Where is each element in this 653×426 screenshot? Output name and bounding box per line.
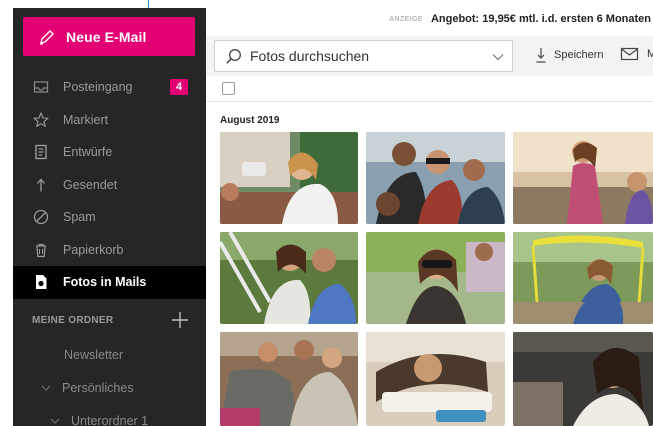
drafts-icon (32, 143, 50, 161)
photo-thumbnail[interactable] (366, 132, 505, 224)
photo-thumbnail[interactable] (366, 232, 505, 324)
photos-icon (32, 273, 50, 291)
chevron-down-icon[interactable] (492, 52, 504, 62)
ad-tag: ANZEIGE (389, 15, 423, 23)
mail-navigation: Posteingang 4 Markiert Entwürfe Gesendet (13, 71, 206, 299)
ad-text: Angebot: 19,95€ mtl. i.d. ersten 6 Monat… (430, 13, 651, 25)
folder-item-subfolder-1[interactable]: Unterordner 1 (13, 406, 206, 426)
sidebar-item-label: Papierkorb (63, 242, 124, 257)
sidebar-item-photos-in-mails[interactable]: Fotos in Mails (13, 266, 206, 299)
select-row (206, 76, 653, 102)
send-as-mail-button[interactable]: M (620, 46, 653, 62)
photo-thumbnail[interactable] (220, 132, 358, 224)
folder-label: Unterordner 1 (71, 414, 149, 426)
sidebar-item-label: Fotos in Mails (63, 275, 147, 290)
inbox-icon (32, 78, 50, 96)
sidebar-item-label: Entwürfe (63, 145, 113, 160)
photo-grid (220, 132, 653, 426)
month-heading: August 2019 (220, 115, 280, 126)
sidebar-item-spam[interactable]: Spam (13, 201, 206, 234)
folder-item-personal[interactable]: Persönliches (13, 373, 206, 403)
pen-icon (40, 29, 54, 45)
trash-icon (32, 241, 50, 259)
sidebar-item-starred[interactable]: Markiert (13, 104, 206, 137)
my-folders-label: MEINE ORDNER (32, 314, 114, 326)
sidebar-item-label: Markiert (63, 112, 109, 127)
sidebar-item-drafts[interactable]: Entwürfe (13, 136, 206, 169)
photo-thumbnail[interactable] (366, 332, 505, 426)
chevron-down-icon[interactable] (49, 415, 61, 426)
photo-search-box[interactable] (214, 40, 513, 72)
new-email-label: Neue E-Mail (66, 28, 147, 45)
download-icon (536, 48, 546, 63)
select-all-checkbox[interactable] (222, 82, 235, 95)
sidebar-item-trash[interactable]: Papierkorb (13, 234, 206, 267)
photo-thumbnail[interactable] (220, 332, 358, 426)
spam-icon (32, 208, 50, 226)
folder-label: Newsletter (64, 348, 124, 362)
star-icon (32, 111, 50, 129)
photo-thumbnail[interactable] (220, 232, 358, 324)
my-folders-heading: MEINE ORDNER (13, 303, 206, 337)
mail-label: M (647, 48, 653, 60)
folder-item-newsletter[interactable]: Newsletter (13, 340, 206, 370)
sidebar-item-sent[interactable]: Gesendet (13, 169, 206, 202)
sidebar-item-inbox[interactable]: Posteingang 4 (13, 71, 206, 104)
unread-count-badge: 4 (170, 79, 188, 95)
search-icon (226, 48, 241, 64)
sidebar: Neue E-Mail Posteingang 4 Markiert Entwü… (13, 8, 206, 426)
ad-banner[interactable]: ANZEIGE Angebot: 19,95€ mtl. i.d. ersten… (206, 8, 653, 30)
photo-search-input[interactable] (250, 48, 480, 64)
sidebar-item-label: Gesendet (63, 177, 118, 192)
photo-thumbnail[interactable] (513, 332, 653, 426)
new-email-button[interactable]: Neue E-Mail (23, 17, 195, 56)
photo-thumbnail[interactable] (513, 232, 653, 324)
folder-label: Persönliches (62, 381, 134, 395)
toolbar: Speichern M (206, 36, 653, 76)
add-folder-icon[interactable] (170, 310, 190, 330)
save-button[interactable]: Speichern (535, 46, 604, 64)
chevron-down-icon[interactable] (40, 382, 52, 394)
mail-icon (620, 47, 639, 61)
photo-thumbnail[interactable] (513, 132, 653, 224)
save-label: Speichern (554, 49, 604, 61)
sidebar-item-label: Posteingang (63, 80, 133, 95)
sent-icon (32, 176, 50, 194)
sidebar-item-label: Spam (63, 210, 96, 225)
